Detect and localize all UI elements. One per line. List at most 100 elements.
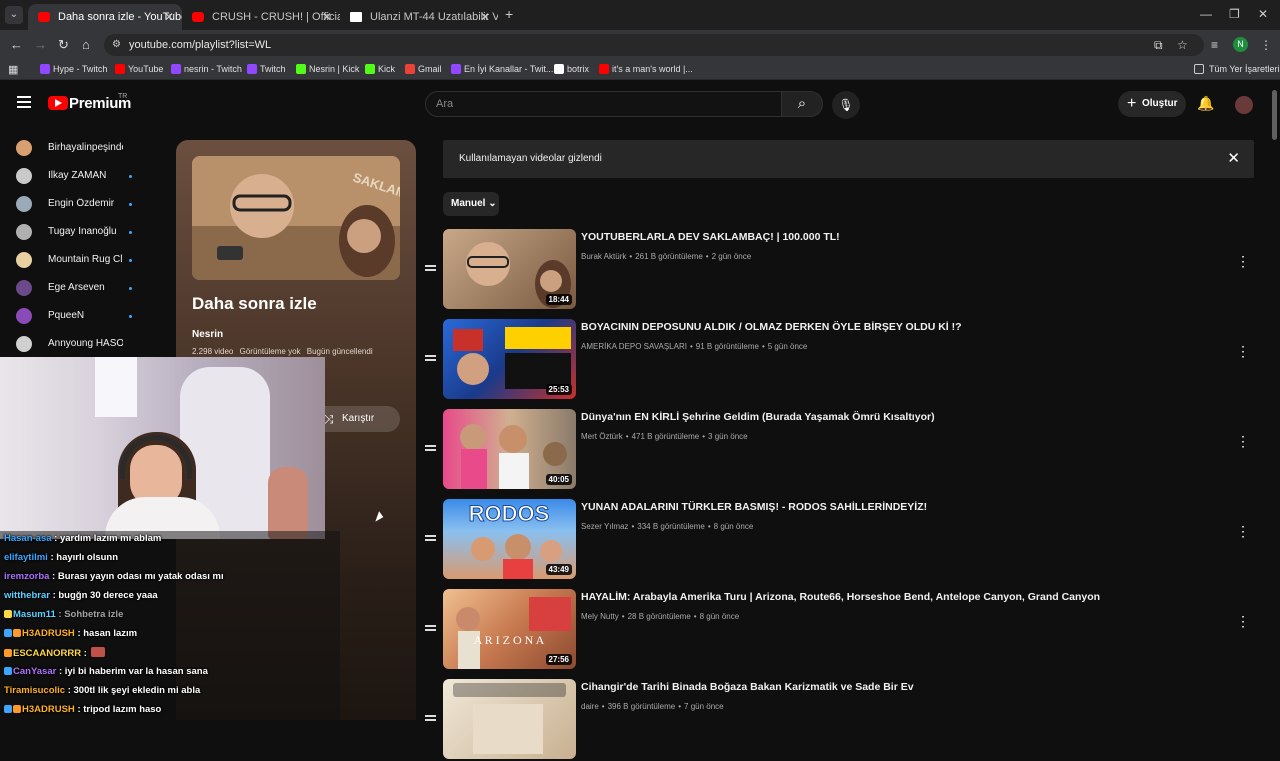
video-thumbnail[interactable]: A R I Z O N A 27:56 xyxy=(443,589,576,669)
create-button[interactable]: + Oluştur xyxy=(1118,91,1186,117)
url-text[interactable]: youtube.com/playlist?list=WL xyxy=(129,39,271,51)
playlist-video-item[interactable]: RODOS 43:49 YUNAN ADALARINI TÜRKLER BASM… xyxy=(420,499,1260,581)
chat-username: Tiramisucolic xyxy=(4,685,66,696)
sidebar-item-subscription[interactable]: Engin Özdemir xyxy=(0,190,175,218)
bookmark-botrix[interactable]: botrix xyxy=(554,64,589,74)
drag-handle-icon[interactable] xyxy=(425,355,436,361)
botrix-icon xyxy=(554,64,564,74)
sidebar-item-subscription[interactable]: Ege Arseven xyxy=(0,274,175,302)
video-thumbnail[interactable]: 25:53 xyxy=(443,319,576,399)
video-channel[interactable]: Burak Aktürk xyxy=(581,252,626,261)
playlist-thumbnail[interactable]: SAKLAMBAÇ! xyxy=(192,156,400,280)
minimize-icon[interactable]: — xyxy=(1200,7,1212,21)
video-channel[interactable]: daire xyxy=(581,702,599,711)
bookmark-en-iyi-kanallar[interactable]: En İyi Kanallar - Twit... xyxy=(451,64,553,74)
browser-menu-icon[interactable]: ⋮ xyxy=(1260,38,1272,52)
bookmark-youtube[interactable]: YouTube xyxy=(115,64,163,74)
new-tab-icon[interactable]: + xyxy=(505,6,513,22)
bookmark-nesrin-twitch[interactable]: nesrin - Twitch xyxy=(171,64,242,74)
sidebar-item-subscription[interactable]: Tugay İnanoğlu xyxy=(0,218,175,246)
channel-name: Tugay İnanoğlu xyxy=(48,226,117,237)
video-meta: daire • 396 B görüntüleme • 7 gün önce xyxy=(581,702,724,711)
back-icon[interactable]: ← xyxy=(10,37,23,52)
video-title[interactable]: BOYACININ DEPOSUNU ALDIK / OLMAZ DERKEN … xyxy=(581,321,962,333)
site-info-icon[interactable]: ⚙ xyxy=(112,39,121,50)
close-tab-icon[interactable]: ✕ xyxy=(164,4,174,30)
svg-text:RODOS: RODOS xyxy=(469,501,550,526)
bookmark-star-icon[interactable]: ☆ xyxy=(1177,38,1188,52)
video-thumbnail[interactable] xyxy=(443,679,576,759)
page-scrollbar[interactable] xyxy=(1272,90,1277,140)
bookmark-gmail[interactable]: Gmail xyxy=(405,64,442,74)
video-title[interactable]: Dünya'nın EN KİRLİ Şehrine Geldim (Burad… xyxy=(581,411,935,423)
playlist-video-item[interactable]: 25:53 BOYACININ DEPOSUNU ALDIK / OLMAZ D… xyxy=(420,319,1260,401)
playlist-video-item[interactable]: Cihangir'de Tarihi Binada Boğaza Bakan K… xyxy=(420,679,1260,761)
video-title[interactable]: YOUTUBERLARLA DEV SAKLAMBAÇ! | 100.000 T… xyxy=(581,231,840,243)
video-channel[interactable]: Mert Öztürk xyxy=(581,432,623,441)
playlist-owner[interactable]: Nesrin xyxy=(192,329,223,340)
video-thumbnail[interactable]: 40:05 xyxy=(443,409,576,489)
voice-search-button[interactable]: 🎙 xyxy=(832,91,860,119)
shuffle-label: Karıştır xyxy=(342,413,375,424)
more-options-icon[interactable]: ⋮ xyxy=(1236,344,1250,358)
forward-icon[interactable]: → xyxy=(34,37,47,52)
browser-profile-avatar[interactable]: N xyxy=(1233,37,1248,52)
sidebar-item-subscription[interactable]: Annyoung HASO xyxy=(0,330,175,357)
restore-icon[interactable]: ❐ xyxy=(1229,7,1240,21)
address-bar[interactable]: ⚙ youtube.com/playlist?list=WL ⧉ ☆ xyxy=(104,34,1204,56)
close-tab-icon[interactable]: ✕ xyxy=(322,4,332,30)
sidebar-item-subscription[interactable]: İlkay ZAMAN xyxy=(0,162,175,190)
drag-handle-icon[interactable] xyxy=(425,535,436,541)
more-options-icon[interactable]: ⋮ xyxy=(1236,434,1250,448)
youtube-favicon-icon xyxy=(192,12,204,22)
close-window-icon[interactable]: ✕ xyxy=(1258,7,1268,21)
install-app-icon[interactable]: ⧉ xyxy=(1154,38,1163,53)
youtube-logo-icon[interactable] xyxy=(48,96,68,110)
playlist-video-item[interactable]: 40:05 Dünya'nın EN KİRLİ Şehrine Geldim … xyxy=(420,409,1260,491)
search-input[interactable]: Ara xyxy=(425,91,782,117)
drag-handle-icon[interactable] xyxy=(425,265,436,271)
video-channel[interactable]: Sezer Yılmaz xyxy=(581,522,628,531)
tab-crush[interactable]: CRUSH - CRUSH! | Official Music... ✕ xyxy=(182,4,340,30)
twitch-icon xyxy=(451,64,461,74)
video-channel[interactable]: AMERİKA DEPO SAVAŞLARI xyxy=(581,342,687,351)
playlist-video-item[interactable]: 18:44 YOUTUBERLARLA DEV SAKLAMBAÇ! | 100… xyxy=(420,229,1260,311)
notifications-bell-icon[interactable]: 🔔 xyxy=(1197,95,1214,112)
more-options-icon[interactable]: ⋮ xyxy=(1236,614,1250,628)
video-thumbnail[interactable]: RODOS 43:49 xyxy=(443,499,576,579)
home-icon[interactable]: ⌂ xyxy=(82,37,90,52)
tab-ulanzi[interactable]: Ulanzi MT-44 Uzatılabilir Vlog Tr... ✕ xyxy=(340,4,498,30)
drag-handle-icon[interactable] xyxy=(425,715,436,721)
tab-youtube-watch-later[interactable]: Daha sonra izle - YouTube ✕ xyxy=(28,4,182,30)
more-options-icon[interactable]: ⋮ xyxy=(1236,524,1250,538)
video-title[interactable]: Cihangir'de Tarihi Binada Boğaza Bakan K… xyxy=(581,681,914,693)
bookmark-label: Nesrin | Kick xyxy=(309,64,360,74)
menu-icon[interactable] xyxy=(17,96,31,108)
bookmark-mans-world[interactable]: it's a man's world |... xyxy=(599,64,693,74)
more-options-icon[interactable]: ⋮ xyxy=(1236,254,1250,268)
all-bookmarks-folder[interactable]: Tüm Yer İşaretleri xyxy=(1194,64,1280,74)
sort-dropdown[interactable]: Manuel ⌄ xyxy=(443,192,499,216)
bookmark-hype-twitch[interactable]: Hype - Twitch xyxy=(40,64,107,74)
search-button[interactable]: ⌕ xyxy=(781,91,823,117)
bookmark-kick[interactable]: Kick xyxy=(365,64,395,74)
account-avatar[interactable] xyxy=(1235,96,1253,114)
media-controls-icon[interactable]: ≡ xyxy=(1211,38,1218,52)
bookmark-twitch[interactable]: Twitch xyxy=(247,64,286,74)
sidebar-item-subscription[interactable]: Mountain Rug Cl... xyxy=(0,246,175,274)
apps-grid-icon[interactable]: ▦ xyxy=(8,63,18,76)
video-title[interactable]: HAYALİM: Arabayla Amerika Turu | Arizona… xyxy=(581,591,1100,603)
video-thumbnail[interactable]: 18:44 xyxy=(443,229,576,309)
close-tab-icon[interactable]: ✕ xyxy=(480,4,490,30)
playlist-video-item[interactable]: A R I Z O N A 27:56 HAYALİM: Arabayla Am… xyxy=(420,589,1260,671)
sidebar-item-subscription[interactable]: PqueeN xyxy=(0,302,175,330)
sidebar-item-subscription[interactable]: Birhayalinpeşinde xyxy=(0,134,175,162)
drag-handle-icon[interactable] xyxy=(425,625,436,631)
tab-search-icon[interactable]: ⌄ xyxy=(5,6,23,24)
video-channel[interactable]: Mely Nutty xyxy=(581,612,619,621)
bookmark-nesrin-kick[interactable]: Nesrin | Kick xyxy=(296,64,359,74)
drag-handle-icon[interactable] xyxy=(425,445,436,451)
video-title[interactable]: YUNAN ADALARINI TÜRKLER BASMIŞ! - RODOS … xyxy=(581,501,927,513)
reload-icon[interactable]: ↻ xyxy=(58,37,69,53)
close-banner-icon[interactable]: ✕ xyxy=(1227,149,1240,167)
